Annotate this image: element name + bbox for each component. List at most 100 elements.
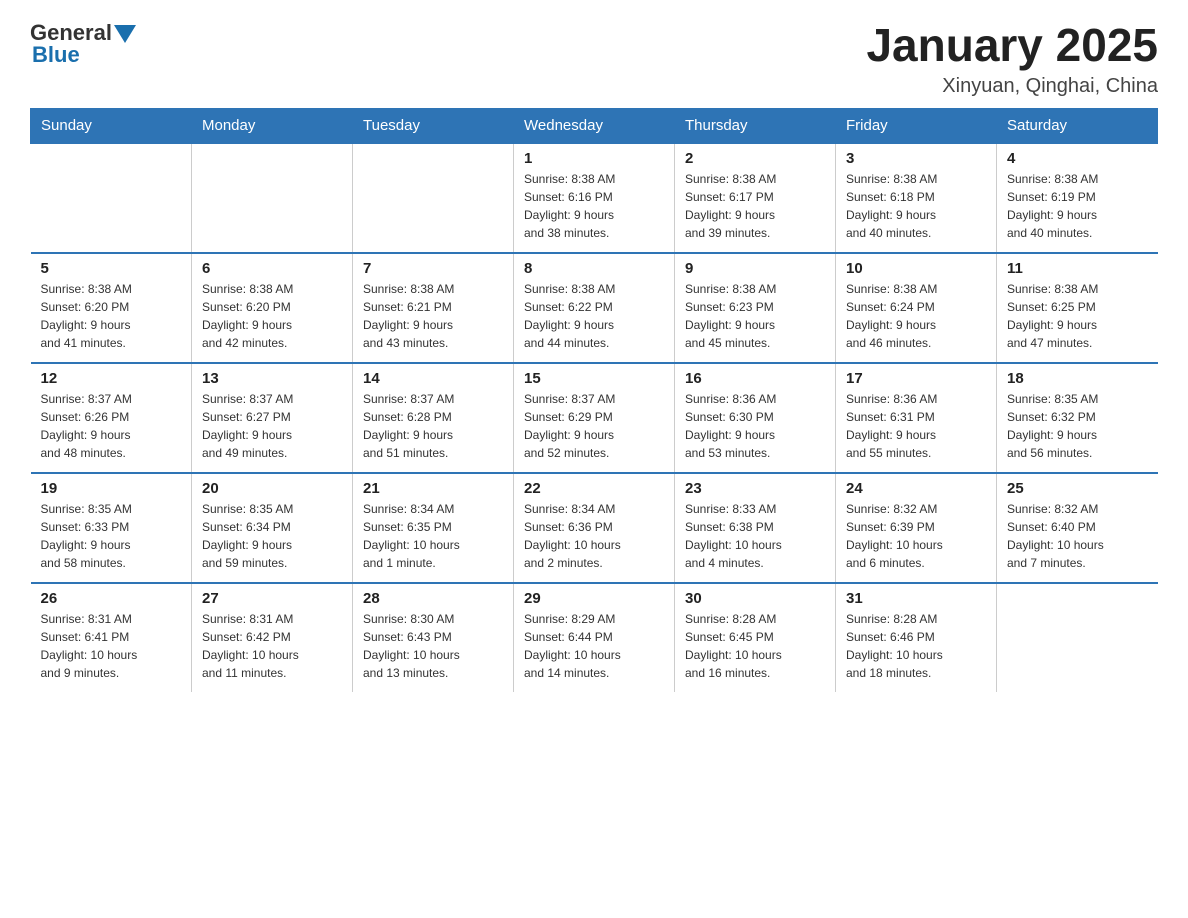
day-number: 23	[685, 480, 825, 497]
calendar-cell: 29 Sunrise: 8:29 AM Sunset: 6:44 PM Dayli…	[514, 583, 675, 692]
day-number: 11	[1007, 260, 1148, 277]
day-info: Sunrise: 8:37 AM Sunset: 6:28 PM Dayligh…	[363, 390, 503, 462]
weekday-header: Tuesday	[353, 108, 514, 143]
calendar-cell: 19Sunrise: 8:35 AM Sunset: 6:33 PM Dayli…	[31, 473, 192, 583]
calendar-cell: 31Sunrise: 8:28 AM Sunset: 6:46 PM Dayli…	[836, 583, 997, 692]
day-number: 18	[1007, 370, 1148, 387]
day-info: Sunrise: 8:35 AM Sunset: 6:32 PM Dayligh…	[1007, 390, 1148, 462]
weekday-header: Sunday	[31, 108, 192, 143]
day-number: 12	[41, 370, 182, 387]
day-info: Sunrise: 8:38 AM Sunset: 6:20 PM Dayligh…	[202, 280, 342, 352]
day-info: Sunrise: 8:28 AM Sunset: 6:46 PM Dayligh…	[846, 610, 986, 682]
title-block: January 2025 Xinyuan, Qinghai, China	[866, 20, 1158, 98]
day-number: 26	[41, 590, 182, 607]
day-number: 9	[685, 260, 825, 277]
calendar-cell: 28 Sunrise: 8:30 AM Sunset: 6:43 PM Dayli…	[353, 583, 514, 692]
day-number: 2	[685, 150, 825, 167]
day-number: 19	[41, 480, 182, 497]
day-info: Sunrise: 8:36 AM Sunset: 6:30 PM Dayligh…	[685, 390, 825, 462]
calendar-cell: 23 Sunrise: 8:33 AM Sunset: 6:38 PM Dayli…	[675, 473, 836, 583]
day-number: 27	[202, 590, 342, 607]
calendar-cell: 4 Sunrise: 8:38 AM Sunset: 6:19 PM Daylig…	[997, 143, 1158, 253]
day-info: Sunrise: 8:34 AM Sunset: 6:36 PM Dayligh…	[524, 500, 664, 572]
day-number: 4	[1007, 150, 1148, 167]
logo-arrow-icon	[114, 25, 136, 43]
day-info: Sunrise: 8:32 AM Sunset: 6:39 PM Dayligh…	[846, 500, 986, 572]
calendar-cell: 24 Sunrise: 8:32 AM Sunset: 6:39 PM Dayli…	[836, 473, 997, 583]
day-number: 15	[524, 370, 664, 387]
location-title: Xinyuan, Qinghai, China	[866, 75, 1158, 98]
calendar-cell: 17Sunrise: 8:36 AM Sunset: 6:31 PM Dayli…	[836, 363, 997, 473]
calendar-cell: 25Sunrise: 8:32 AM Sunset: 6:40 PM Dayli…	[997, 473, 1158, 583]
day-info: Sunrise: 8:37 AM Sunset: 6:26 PM Dayligh…	[41, 390, 182, 462]
day-info: Sunrise: 8:38 AM Sunset: 6:23 PM Dayligh…	[685, 280, 825, 352]
logo-blue-text: Blue	[32, 42, 80, 67]
calendar-cell: 26Sunrise: 8:31 AM Sunset: 6:41 PM Dayli…	[31, 583, 192, 692]
day-info: Sunrise: 8:37 AM Sunset: 6:27 PM Dayligh…	[202, 390, 342, 462]
weekday-header: Wednesday	[514, 108, 675, 143]
calendar-cell: 22Sunrise: 8:34 AM Sunset: 6:36 PM Dayli…	[514, 473, 675, 583]
day-number: 3	[846, 150, 986, 167]
day-info: Sunrise: 8:38 AM Sunset: 6:24 PM Dayligh…	[846, 280, 986, 352]
calendar-cell: 13 Sunrise: 8:37 AM Sunset: 6:27 PM Dayli…	[192, 363, 353, 473]
day-info: Sunrise: 8:30 AM Sunset: 6:43 PM Dayligh…	[363, 610, 503, 682]
day-info: Sunrise: 8:33 AM Sunset: 6:38 PM Dayligh…	[685, 500, 825, 572]
day-info: Sunrise: 8:35 AM Sunset: 6:34 PM Dayligh…	[202, 500, 342, 572]
calendar-cell: 5 Sunrise: 8:38 AM Sunset: 6:20 PM Daylig…	[31, 253, 192, 363]
day-number: 14	[363, 370, 503, 387]
day-number: 1	[524, 150, 664, 167]
calendar-table: SundayMondayTuesdayWednesdayThursdayFrid…	[30, 108, 1158, 692]
calendar-cell	[31, 143, 192, 253]
day-info: Sunrise: 8:38 AM Sunset: 6:22 PM Dayligh…	[524, 280, 664, 352]
calendar-cell: 7 Sunrise: 8:38 AM Sunset: 6:21 PM Daylig…	[353, 253, 514, 363]
calendar-week-row: 12 Sunrise: 8:37 AM Sunset: 6:26 PM Dayli…	[31, 363, 1158, 473]
calendar-cell: 16 Sunrise: 8:36 AM Sunset: 6:30 PM Dayli…	[675, 363, 836, 473]
day-number: 28	[363, 590, 503, 607]
calendar-cell: 20 Sunrise: 8:35 AM Sunset: 6:34 PM Dayli…	[192, 473, 353, 583]
day-number: 24	[846, 480, 986, 497]
day-number: 30	[685, 590, 825, 607]
calendar-cell: 12 Sunrise: 8:37 AM Sunset: 6:26 PM Dayli…	[31, 363, 192, 473]
calendar-cell	[997, 583, 1158, 692]
weekday-header: Saturday	[997, 108, 1158, 143]
calendar-week-row: 1 Sunrise: 8:38 AM Sunset: 6:16 PM Daylig…	[31, 143, 1158, 253]
day-info: Sunrise: 8:38 AM Sunset: 6:21 PM Dayligh…	[363, 280, 503, 352]
day-number: 21	[363, 480, 503, 497]
day-number: 10	[846, 260, 986, 277]
day-info: Sunrise: 8:38 AM Sunset: 6:16 PM Dayligh…	[524, 170, 664, 242]
calendar-cell: 30 Sunrise: 8:28 AM Sunset: 6:45 PM Dayli…	[675, 583, 836, 692]
day-info: Sunrise: 8:34 AM Sunset: 6:35 PM Dayligh…	[363, 500, 503, 572]
day-number: 8	[524, 260, 664, 277]
calendar-cell: 15 Sunrise: 8:37 AM Sunset: 6:29 PM Dayli…	[514, 363, 675, 473]
day-info: Sunrise: 8:38 AM Sunset: 6:20 PM Dayligh…	[41, 280, 182, 352]
day-info: Sunrise: 8:28 AM Sunset: 6:45 PM Dayligh…	[685, 610, 825, 682]
day-info: Sunrise: 8:38 AM Sunset: 6:17 PM Dayligh…	[685, 170, 825, 242]
day-info: Sunrise: 8:31 AM Sunset: 6:42 PM Dayligh…	[202, 610, 342, 682]
calendar-cell: 18 Sunrise: 8:35 AM Sunset: 6:32 PM Dayli…	[997, 363, 1158, 473]
day-number: 16	[685, 370, 825, 387]
day-number: 20	[202, 480, 342, 497]
calendar-cell: 10 Sunrise: 8:38 AM Sunset: 6:24 PM Dayli…	[836, 253, 997, 363]
day-info: Sunrise: 8:38 AM Sunset: 6:19 PM Dayligh…	[1007, 170, 1148, 242]
weekday-header: Monday	[192, 108, 353, 143]
calendar-header-row: SundayMondayTuesdayWednesdayThursdayFrid…	[31, 108, 1158, 143]
day-number: 5	[41, 260, 182, 277]
day-info: Sunrise: 8:32 AM Sunset: 6:40 PM Dayligh…	[1007, 500, 1148, 572]
calendar-cell: 14 Sunrise: 8:37 AM Sunset: 6:28 PM Dayli…	[353, 363, 514, 473]
day-info: Sunrise: 8:29 AM Sunset: 6:44 PM Dayligh…	[524, 610, 664, 682]
calendar-cell: 11Sunrise: 8:38 AM Sunset: 6:25 PM Dayli…	[997, 253, 1158, 363]
calendar-cell: 21 Sunrise: 8:34 AM Sunset: 6:35 PM Dayli…	[353, 473, 514, 583]
calendar-week-row: 19Sunrise: 8:35 AM Sunset: 6:33 PM Dayli…	[31, 473, 1158, 583]
calendar-cell: 3 Sunrise: 8:38 AM Sunset: 6:18 PM Daylig…	[836, 143, 997, 253]
day-number: 7	[363, 260, 503, 277]
day-info: Sunrise: 8:37 AM Sunset: 6:29 PM Dayligh…	[524, 390, 664, 462]
day-number: 6	[202, 260, 342, 277]
calendar-cell	[353, 143, 514, 253]
logo: General Blue	[30, 20, 136, 68]
day-info: Sunrise: 8:38 AM Sunset: 6:18 PM Dayligh…	[846, 170, 986, 242]
day-number: 17	[846, 370, 986, 387]
day-number: 13	[202, 370, 342, 387]
day-number: 29	[524, 590, 664, 607]
calendar-cell: 6 Sunrise: 8:38 AM Sunset: 6:20 PM Daylig…	[192, 253, 353, 363]
calendar-week-row: 26Sunrise: 8:31 AM Sunset: 6:41 PM Dayli…	[31, 583, 1158, 692]
